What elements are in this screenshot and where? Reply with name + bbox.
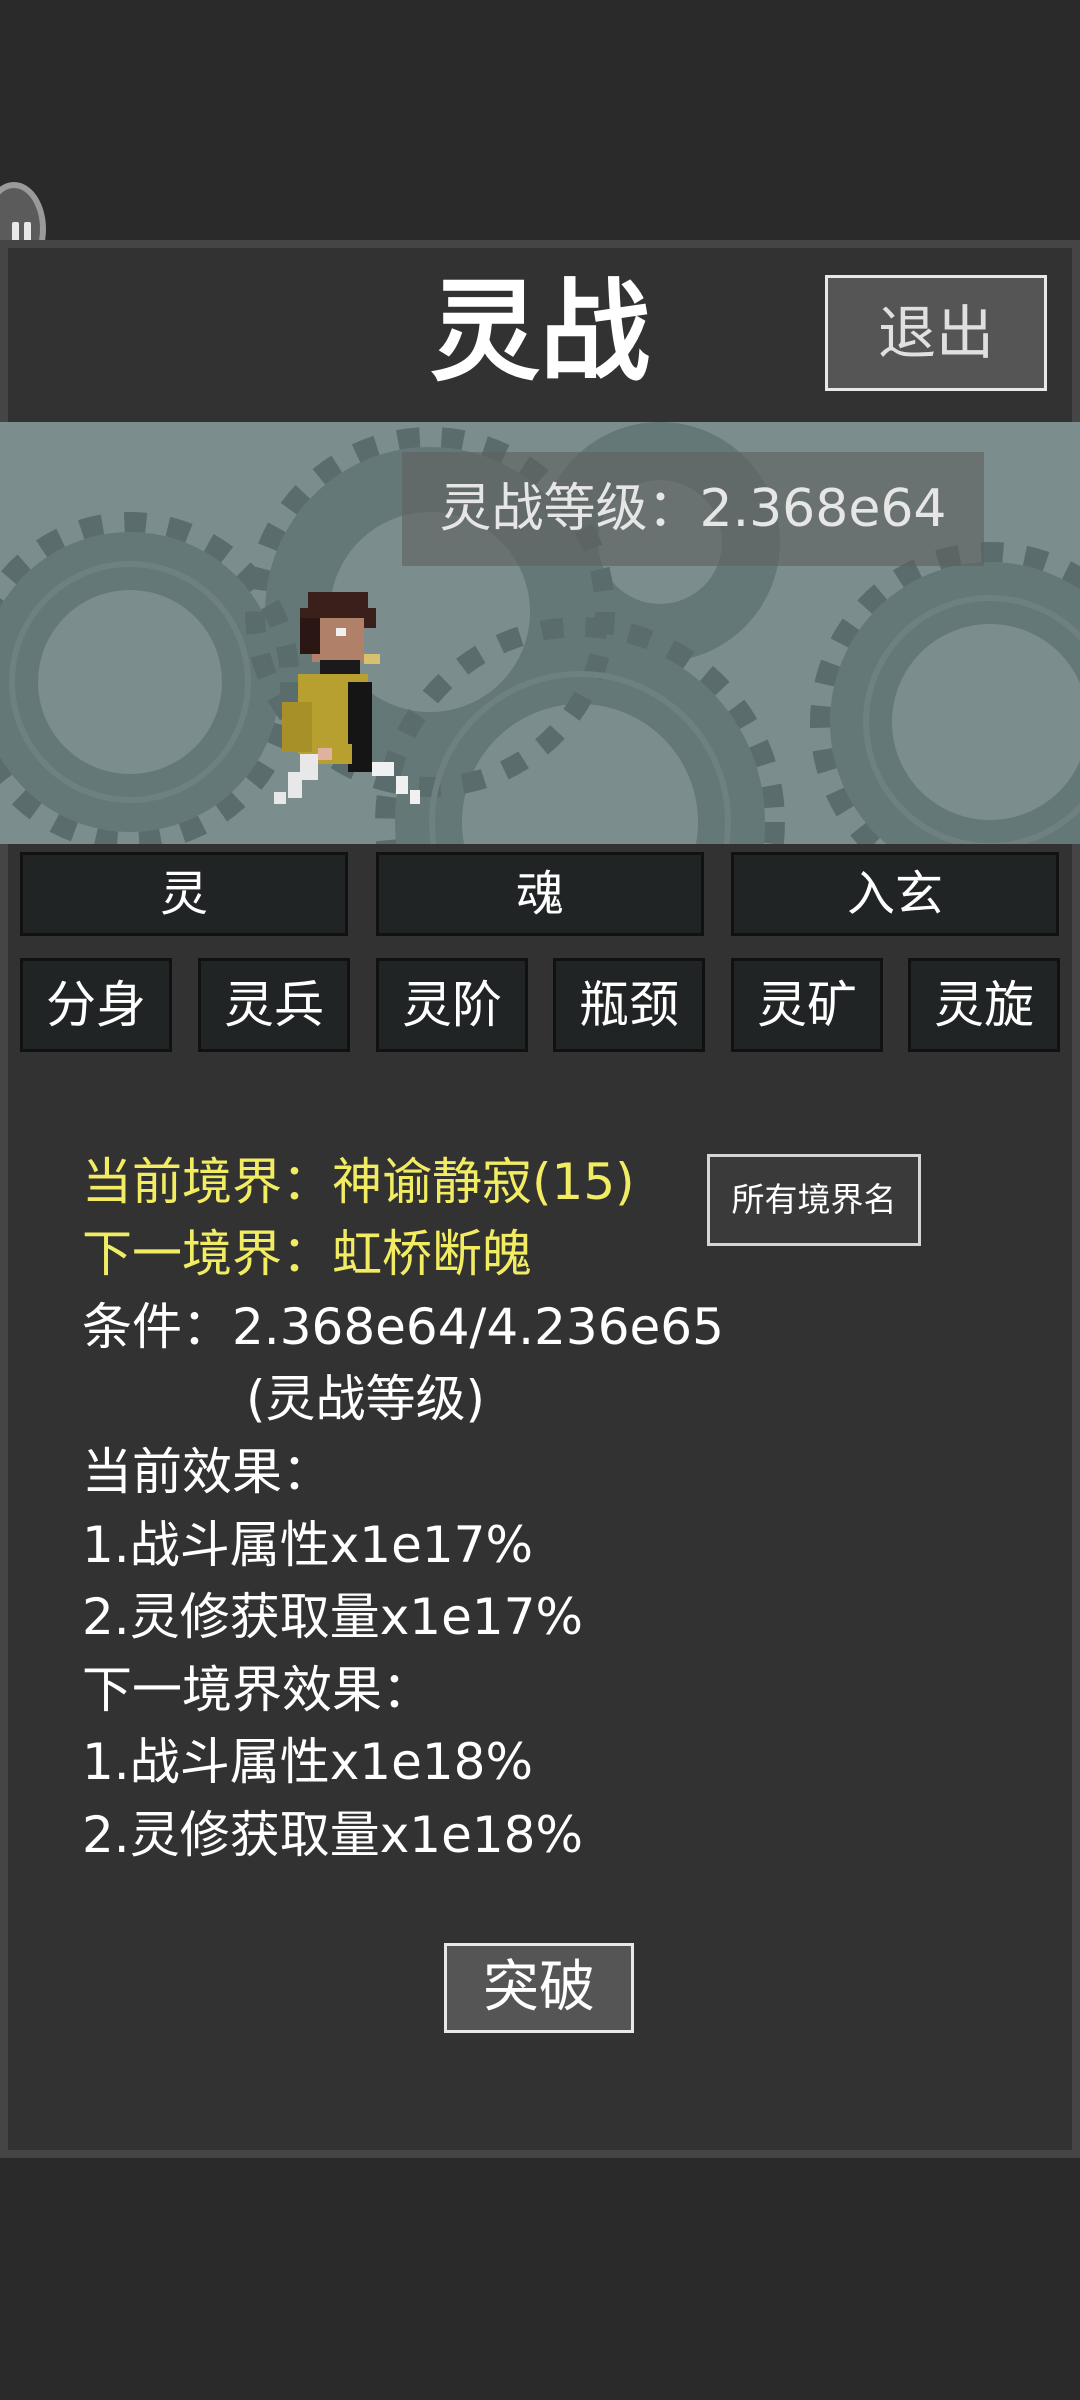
tab-ruxuan[interactable]: 入玄 (731, 852, 1059, 936)
current-realm: 当前境界：神谕静寂(15) (82, 1153, 635, 1211)
subtab-fenshen[interactable]: 分身 (20, 958, 172, 1052)
subtab-lingbing[interactable]: 灵兵 (198, 958, 350, 1052)
all-realm-names-button[interactable]: 所有境界名 (707, 1154, 921, 1246)
subtab-lingjie[interactable]: 灵阶 (376, 958, 528, 1052)
next-effect-item: 1.战斗属性x1e18% (82, 1733, 534, 1791)
condition-unit: (灵战等级) (246, 1370, 486, 1428)
subtab-pingjing[interactable]: 瓶颈 (553, 958, 705, 1052)
exit-button[interactable]: 退出 (825, 275, 1047, 391)
tab-ling[interactable]: 灵 (20, 852, 348, 936)
current-effect-item: 1.战斗属性x1e17% (82, 1516, 534, 1574)
battle-level-display: 灵战等级：2.368e64 (402, 452, 984, 566)
subtab-lingxuan[interactable]: 灵旋 (908, 958, 1060, 1052)
current-effect-item: 2.灵修获取量x1e17% (82, 1588, 584, 1646)
subtab-lingkuang[interactable]: 灵矿 (731, 958, 883, 1052)
next-effects-title: 下一境界效果： (82, 1661, 432, 1719)
next-effect-item: 2.灵修获取量x1e18% (82, 1806, 584, 1864)
breakthrough-button[interactable]: 突破 (444, 1943, 634, 2033)
current-effects-title: 当前效果： (82, 1443, 332, 1501)
breakthrough-condition: 条件：2.368e64/4.236e65 (82, 1298, 724, 1356)
next-realm: 下一境界：虹桥断魄 (82, 1225, 532, 1283)
tab-hun[interactable]: 魂 (376, 852, 704, 936)
